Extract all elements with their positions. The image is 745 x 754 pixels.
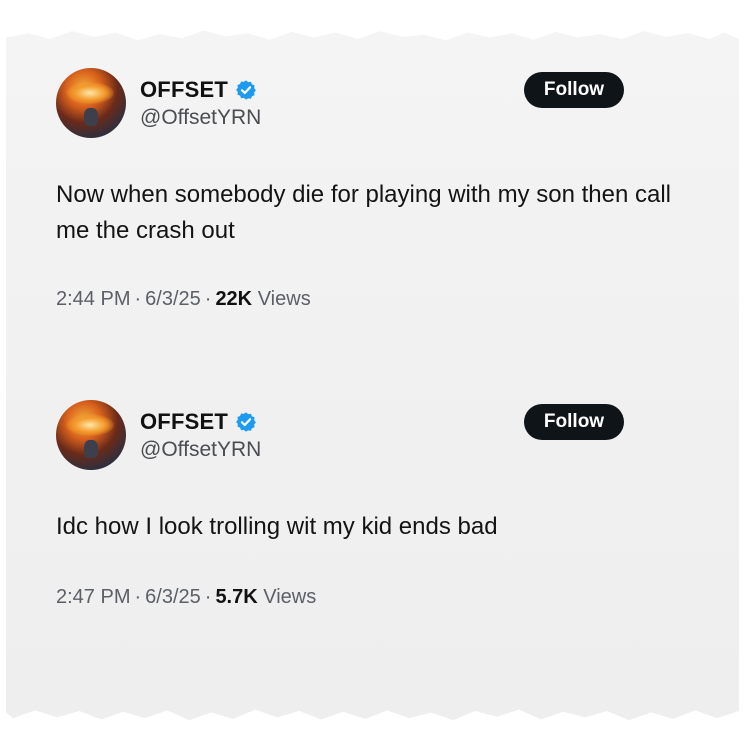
meta-separator: · — [204, 586, 212, 608]
views-count: 5.7K — [215, 586, 258, 608]
meta-separator: · — [134, 586, 142, 608]
avatar-figure — [84, 440, 98, 458]
follow-button[interactable]: Follow — [524, 404, 624, 440]
tweet-meta: 2:44 PM · 6/3/25 · 22K Views — [56, 288, 311, 311]
views-label: Views — [263, 586, 317, 608]
tweet-date[interactable]: 6/3/25 — [145, 288, 201, 310]
avatar-figure — [84, 108, 98, 126]
author-handle[interactable]: @OffsetYRN — [140, 106, 261, 130]
tweet-text: Now when somebody die for playing with m… — [56, 181, 671, 244]
screenshot-stage: OFFSET @OffsetYRN Follow Now when somebo… — [0, 0, 745, 754]
avatar-flare — [66, 414, 114, 436]
tweet-date[interactable]: 6/3/25 — [145, 586, 201, 608]
tweet-time[interactable]: 2:44 PM — [56, 288, 130, 310]
views-count: 22K — [215, 288, 253, 310]
avatar[interactable] — [56, 68, 126, 138]
author-display-name[interactable]: OFFSET — [140, 409, 228, 435]
tweet-text: Idc how I look trolling wit my kid ends … — [56, 513, 498, 540]
author-handle[interactable]: @OffsetYRN — [140, 438, 261, 462]
tweet-meta: 2:47 PM · 6/3/25 · 5.7K Views — [56, 586, 316, 609]
author-name-row: OFFSET — [140, 76, 257, 104]
follow-button[interactable]: Follow — [524, 72, 624, 108]
verified-badge-icon — [235, 411, 257, 433]
author-name-row: OFFSET — [140, 408, 257, 436]
meta-separator: · — [134, 288, 142, 310]
verified-badge-icon — [235, 79, 257, 101]
views-label: Views — [257, 288, 311, 310]
author-display-name[interactable]: OFFSET — [140, 77, 228, 103]
torn-paper-background — [6, 30, 739, 721]
tweet-time[interactable]: 2:47 PM — [56, 586, 130, 608]
meta-separator: · — [204, 288, 212, 310]
avatar[interactable] — [56, 400, 126, 470]
avatar-flare — [66, 82, 114, 104]
